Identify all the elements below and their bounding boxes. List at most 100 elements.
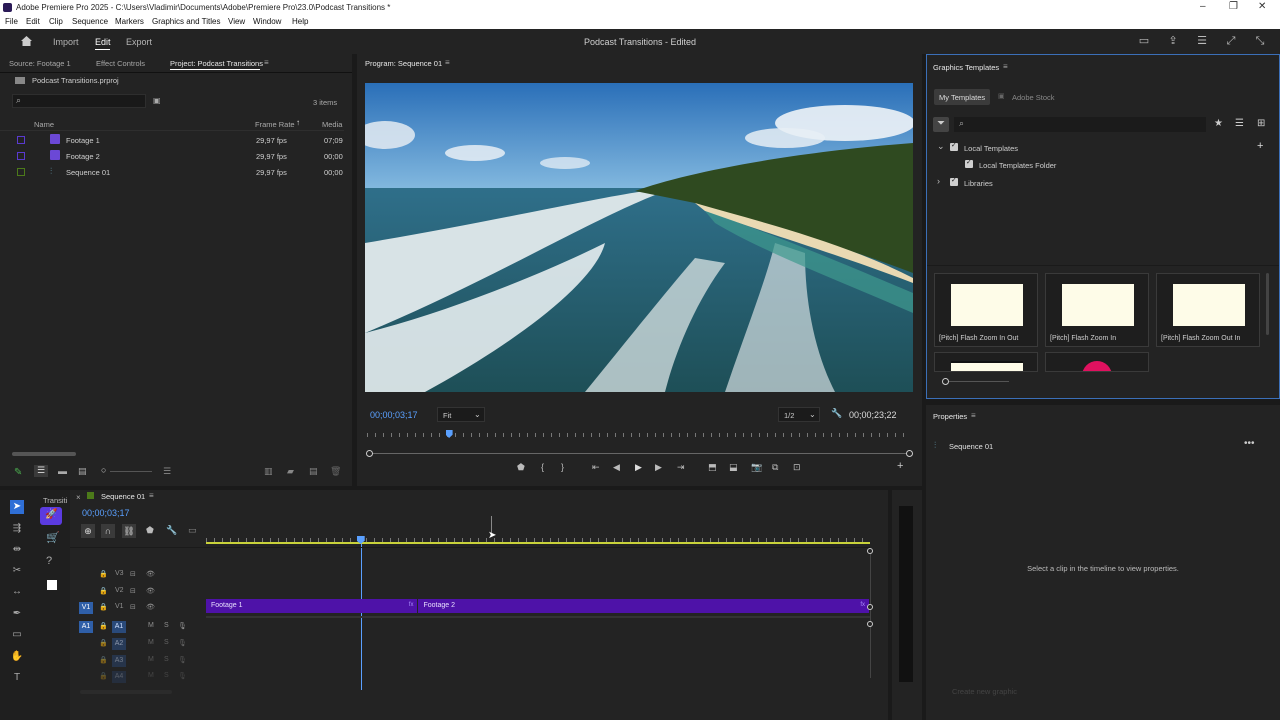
step-forward-icon[interactable]: ▶︎	[655, 462, 662, 473]
eye-icon[interactable]: 👁	[146, 570, 155, 578]
lock-icon[interactable]: 🔒	[99, 656, 108, 664]
add-folder-icon[interactable]: ⊞	[1257, 118, 1265, 129]
comparison-view-icon[interactable]: ⧉	[772, 462, 778, 473]
menu-window[interactable]: Window	[253, 17, 281, 26]
lock-icon[interactable]: 🔒	[99, 622, 108, 630]
timeline-clip[interactable]: Footage 2 fx	[418, 599, 869, 613]
tab-sequence-01[interactable]: Sequence 01	[101, 492, 145, 501]
track-label[interactable]: A2	[112, 638, 126, 650]
track-divider-handle[interactable]	[867, 604, 873, 610]
pencil-icon[interactable]: ✎	[14, 467, 22, 478]
timeline-timecode[interactable]: 00;00;03;17	[82, 508, 130, 518]
track-label[interactable]: A1	[112, 621, 126, 633]
tab-source[interactable]: Source: Footage 1	[9, 59, 71, 68]
mark-out-icon[interactable]: }	[561, 462, 564, 472]
list-item[interactable]: Footage 1 29,97 fps 07;09	[0, 132, 344, 148]
tree-item-local-templates[interactable]: Local Templates	[964, 144, 1018, 153]
mute-button[interactable]: M	[148, 656, 154, 663]
close-tab-icon[interactable]: ×	[76, 493, 81, 502]
lock-icon[interactable]: 🔒	[99, 570, 108, 578]
mic-icon[interactable]: 🎙	[178, 622, 187, 630]
resolution-select[interactable]: 1/2 ⌄	[778, 407, 820, 422]
program-timecode[interactable]: 00;00;03;17	[370, 410, 418, 420]
mic-icon[interactable]: 🎙	[178, 672, 187, 680]
export-frame-icon[interactable]: 📷	[751, 462, 762, 473]
filter-button[interactable]: ⏷	[933, 117, 949, 132]
lock-icon[interactable]: 🔒	[99, 603, 108, 611]
captions-icon[interactable]: ▭	[188, 525, 197, 536]
help-icon[interactable]: ?	[46, 555, 52, 567]
add-button-icon[interactable]: +	[897, 460, 903, 472]
proxy-toggle-icon[interactable]: ⊡	[793, 462, 801, 473]
share-icon[interactable]: ⇪	[1167, 35, 1179, 47]
label-color-swatch[interactable]	[17, 136, 25, 144]
step-back-icon[interactable]: ◀	[613, 462, 620, 473]
add-icon[interactable]: +	[1257, 140, 1263, 152]
panel-menu-icon[interactable]: ≡	[445, 58, 450, 67]
menu-help[interactable]: Help	[292, 17, 308, 26]
close-icon[interactable]: ✕	[1258, 1, 1266, 12]
selection-tool-icon[interactable]: ➤	[10, 500, 24, 514]
minimize-icon[interactable]: –	[1200, 1, 1206, 12]
hand-tool-icon[interactable]: ✋	[10, 650, 24, 664]
mark-in-icon[interactable]: {	[541, 462, 544, 472]
timeline-clip[interactable]: Footage 1 fx	[206, 599, 418, 613]
ripple-edit-tool-icon[interactable]: ⇹	[10, 543, 24, 557]
menu-view[interactable]: View	[228, 17, 245, 26]
template-card[interactable]	[1045, 352, 1149, 372]
fullscreen-icon[interactable]: ⤡	[1254, 35, 1266, 47]
template-card[interactable]: [Pitch] Flash Zoom In	[1045, 273, 1149, 347]
icon-view-icon[interactable]: ▬	[58, 466, 67, 476]
list-item[interactable]: Footage 2 29,97 fps 00;00	[0, 148, 344, 164]
thumbnail-size-slider[interactable]	[949, 381, 1009, 382]
work-area-bar[interactable]	[206, 542, 870, 544]
horizontal-scrollbar[interactable]	[80, 690, 172, 694]
zoom-slider-handle[interactable]: ○	[101, 465, 106, 475]
label-color-swatch[interactable]	[17, 152, 25, 160]
lock-icon[interactable]: 🔒	[99, 639, 108, 647]
column-frame-rate[interactable]: Frame Rate	[255, 120, 295, 129]
chevron-right-icon[interactable]: ›	[937, 176, 940, 186]
nest-icon[interactable]: ⊕	[81, 524, 95, 538]
search-input[interactable]	[12, 94, 146, 108]
sync-lock-icon[interactable]: ⊟	[130, 570, 136, 578]
local-templates-folder-checkbox[interactable]	[965, 158, 973, 168]
tab-project[interactable]: Project: Podcast Transitions	[170, 59, 263, 68]
lock-icon[interactable]: 🔒	[99, 672, 108, 680]
snap-icon[interactable]: ∩	[101, 524, 115, 538]
wrench-icon[interactable]: 🔧	[166, 525, 177, 536]
local-templates-checkbox[interactable]	[950, 141, 958, 151]
go-to-out-icon[interactable]: ⇥	[677, 462, 685, 473]
solo-button[interactable]: S	[164, 656, 169, 663]
zoom-slider[interactable]	[110, 471, 152, 472]
track-label[interactable]: A3	[112, 655, 126, 667]
go-to-in-icon[interactable]: ⇤	[592, 462, 600, 473]
mute-button[interactable]: M	[148, 672, 154, 679]
tree-item-libraries[interactable]: Libraries	[964, 179, 993, 188]
panel-menu-icon[interactable]: ≡	[971, 411, 976, 420]
solo-button[interactable]: S	[164, 639, 169, 646]
template-card[interactable]	[934, 352, 1038, 372]
track-divider-handle[interactable]	[867, 621, 873, 627]
menu-markers[interactable]: Markers	[115, 17, 144, 26]
type-tool-icon[interactable]: T	[10, 671, 24, 685]
restore-icon[interactable]: ❐	[1229, 1, 1238, 12]
freeform-view-icon[interactable]: ▤	[78, 466, 87, 477]
menu-sequence[interactable]: Sequence	[72, 17, 108, 26]
sync-lock-icon[interactable]: ⊟	[130, 603, 136, 611]
feedback-icon[interactable]: ☰	[1196, 35, 1208, 47]
new-bin-icon[interactable]: ▣	[153, 96, 161, 105]
template-card[interactable]: [Pitch] Flash Zoom Out In	[1156, 273, 1260, 347]
add-marker-icon[interactable]: ⬟	[517, 462, 525, 473]
tab-adobe-stock[interactable]: Adobe Stock	[1012, 93, 1055, 102]
libraries-checkbox[interactable]	[950, 176, 958, 186]
eye-icon[interactable]: 👁	[146, 603, 155, 611]
cart-icon[interactable]: 🛒	[46, 531, 60, 544]
video-preview[interactable]	[365, 83, 913, 392]
panel-menu-icon[interactable]: ≡	[264, 58, 269, 67]
scroll-handle-right[interactable]	[906, 450, 913, 457]
lift-icon[interactable]: ⬒	[708, 462, 717, 473]
menu-edit[interactable]: Edit	[26, 17, 40, 26]
automate-to-sequence-icon[interactable]: ▥	[264, 466, 273, 477]
track-select-tool-icon[interactable]: ⇶	[10, 522, 24, 536]
